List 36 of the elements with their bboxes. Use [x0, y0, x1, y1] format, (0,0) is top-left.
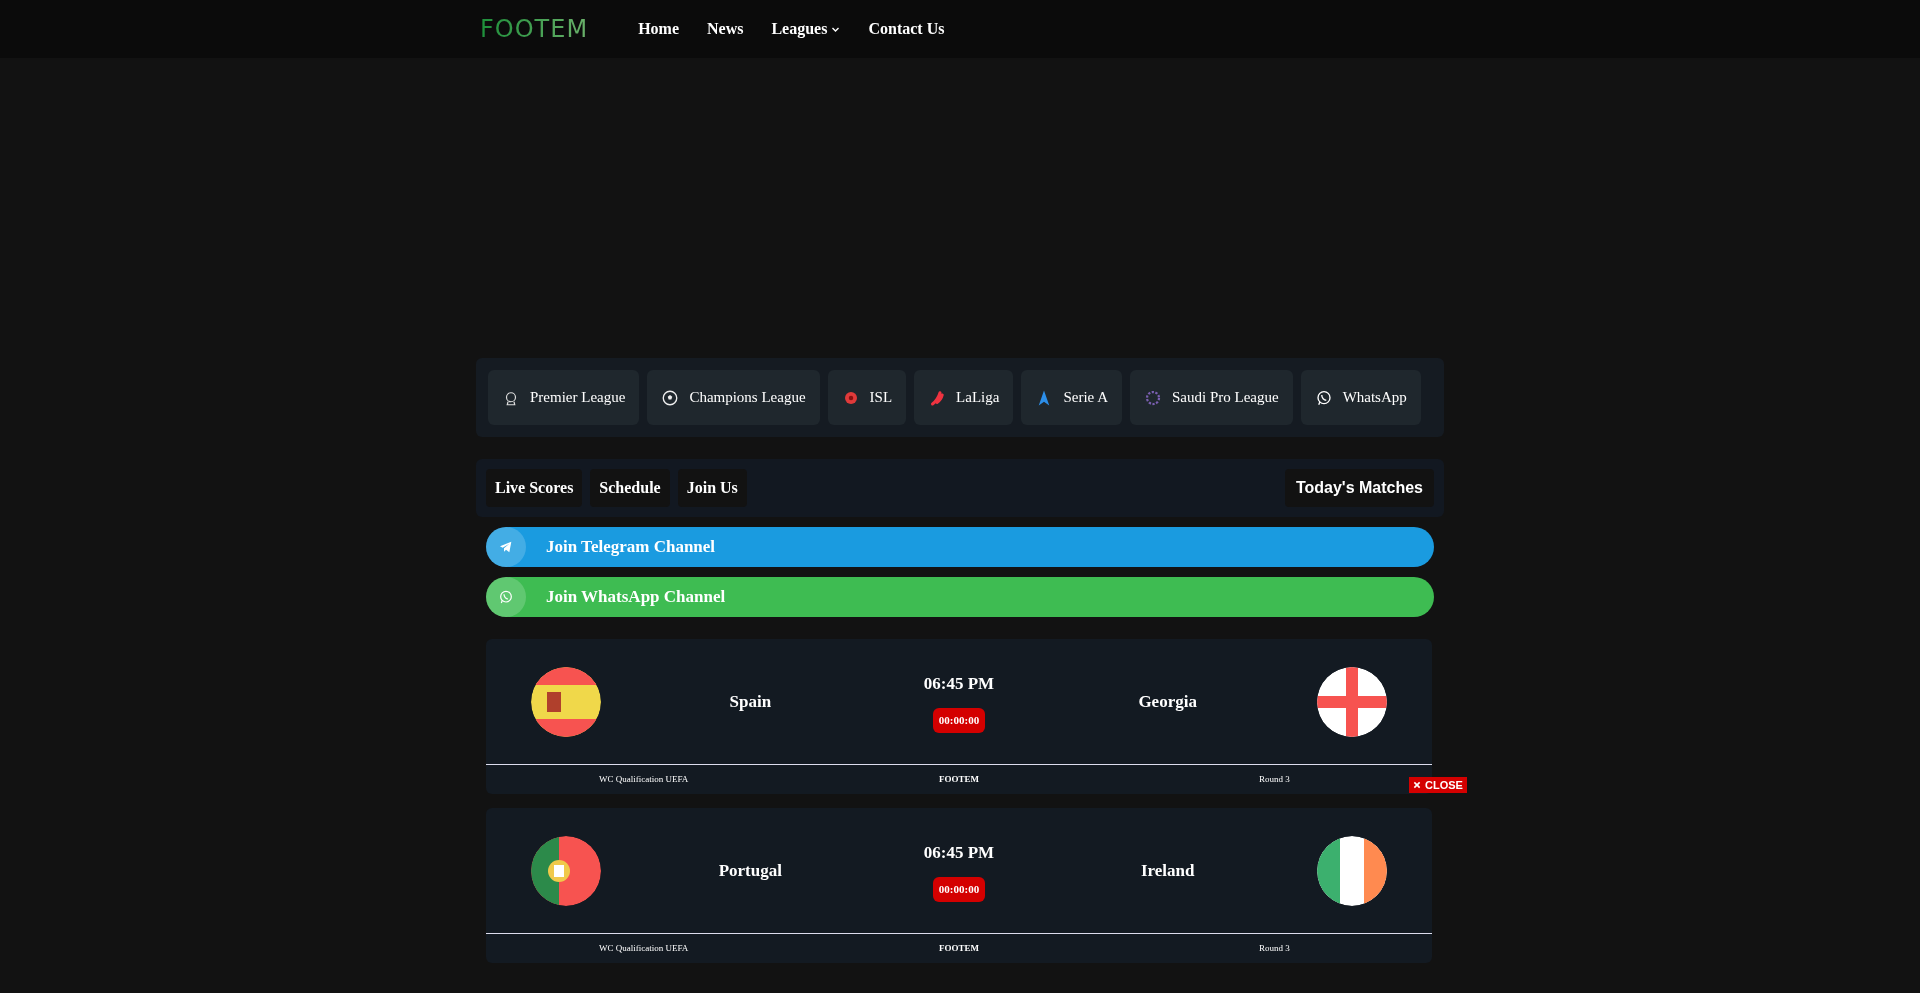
league-button[interactable]: WhatsApp: [1300, 370, 1421, 425]
round-label: Round 3: [1258, 941, 1290, 955]
source-label: FOOTEM: [939, 941, 979, 955]
close-button[interactable]: CLOSE: [1409, 777, 1467, 793]
nav-link[interactable]: Leagues: [757, 17, 855, 41]
competition-label: WC Qualification UEFA: [599, 941, 689, 955]
match-card[interactable]: Portugal 06:45 PM 00:00:00 Ireland WC Qualification UEFA FOOTEM Round 3: [486, 808, 1432, 963]
league-button[interactable]: Champions League: [647, 370, 820, 425]
match-time: 06:45 PM: [923, 672, 995, 695]
tab-button[interactable]: Join Us: [677, 469, 747, 507]
tab-button[interactable]: Schedule: [590, 469, 670, 507]
countdown-badge: 00:00:00: [932, 877, 986, 902]
nav-link[interactable]: Home: [624, 17, 693, 41]
team-name: Portugal: [717, 859, 783, 882]
section-title: Today's Matches: [1284, 469, 1434, 507]
team-name: Spain: [728, 690, 773, 713]
countdown-badge: 00:00:00: [932, 708, 986, 733]
league-button[interactable]: Serie A: [1021, 370, 1122, 425]
team-name: Georgia: [1137, 690, 1198, 713]
chat-bubble-icon: [498, 589, 514, 605]
league-button[interactable]: Saudi Pro League: [1130, 370, 1293, 425]
source-label: FOOTEM: [939, 772, 979, 786]
team-name: Ireland: [1139, 859, 1196, 882]
competition-label: WC Qualification UEFA: [599, 772, 689, 786]
nav-link[interactable]: Contact Us: [854, 17, 959, 41]
league-button[interactable]: ISL: [827, 370, 907, 425]
match-time: 06:45 PM: [923, 841, 995, 864]
paper-plane-icon: [498, 539, 514, 555]
league-button[interactable]: LaLiga: [914, 370, 1014, 425]
football-icon: [661, 388, 680, 407]
chat-bubble-icon: [1314, 388, 1333, 407]
nav-link[interactable]: News: [693, 17, 758, 41]
tab-button[interactable]: Live Scores: [486, 469, 583, 507]
round-label: Round 3: [1258, 772, 1290, 786]
league-button[interactable]: Premier League: [488, 370, 640, 425]
close-icon: [1413, 781, 1421, 789]
